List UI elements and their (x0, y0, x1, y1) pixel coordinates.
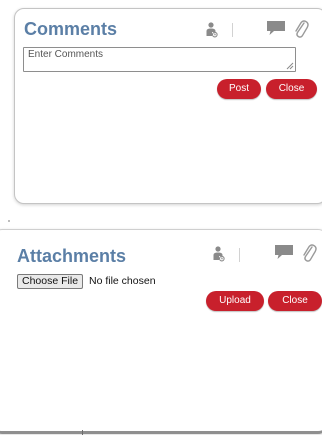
upload-button[interactable]: Upload (206, 291, 264, 311)
resize-grip-icon[interactable] (286, 62, 294, 70)
paperclip-icon[interactable] (301, 242, 317, 264)
attachments-title: Attachments (17, 246, 127, 266)
icon-separator (232, 23, 233, 37)
person-icon[interactable] (206, 22, 218, 38)
comments-panel: Comments Post Close (14, 8, 322, 204)
comments-title: Comments (24, 19, 118, 39)
close-comments-button[interactable]: Close (266, 79, 317, 99)
file-status-text: No file chosen (89, 275, 156, 287)
icon-separator (239, 248, 240, 262)
post-button[interactable]: Post (217, 79, 261, 99)
choose-file-button[interactable]: Choose File (17, 274, 84, 289)
comment-input[interactable] (23, 47, 296, 72)
divider-mark (82, 430, 83, 435)
close-attachments-button[interactable]: Close (268, 291, 322, 311)
speech-bubble-icon[interactable] (274, 244, 294, 260)
divider-mark (8, 220, 10, 222)
attachments-panel: Attachments Choose File No file chosen U… (0, 229, 322, 434)
paperclip-icon[interactable] (293, 18, 309, 40)
speech-bubble-icon[interactable] (266, 20, 286, 36)
person-icon[interactable] (213, 246, 225, 262)
